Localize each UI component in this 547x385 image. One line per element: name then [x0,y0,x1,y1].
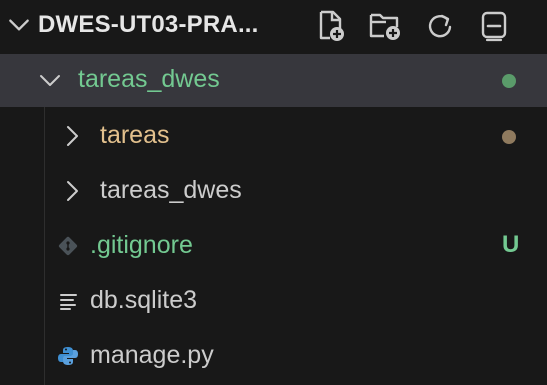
refresh-icon [428,14,452,38]
workspace-title[interactable]: DWES-UT03-PRA... [38,11,259,39]
tree-item-manage-py[interactable]: manage.py [0,330,547,383]
tree-item-db-sqlite3[interactable]: db.sqlite3 [0,275,547,328]
header-actions [312,7,514,45]
git-icon [58,236,78,256]
untracked-badge: U [502,231,520,258]
chevron-down-icon[interactable] [6,12,32,38]
new-folder-button[interactable] [366,7,406,45]
new-file-button[interactable] [312,7,352,45]
tree-item-label: tareas_dwes [100,176,242,204]
tree-item-gitignore[interactable]: .gitignore U [0,220,547,273]
tree-item-label: manage.py [90,341,214,369]
refresh-button[interactable] [420,7,460,45]
tree-item-tareas-dwes[interactable]: tareas_dwes [0,165,547,218]
tree-item-label: tareas_dwes [78,65,220,93]
explorer-panel: DWES-UT03-PRA... tareas_dwes tareas tare… [0,0,547,385]
new-file-icon [319,10,344,41]
text-file-icon [60,294,77,310]
chevron-down-icon[interactable] [38,68,62,92]
tree-item-label: db.sqlite3 [90,286,198,314]
tree-item-label: tareas [100,121,170,149]
tree-item-label: .gitignore [90,231,193,259]
chevron-right-icon[interactable] [60,179,84,203]
new-folder-icon [369,13,400,40]
explorer-header: DWES-UT03-PRA... [0,0,547,51]
modified-indicator-dot [502,130,516,144]
collapse-all-icon [481,11,507,42]
chevron-right-icon[interactable] [60,124,84,148]
collapse-all-button[interactable] [474,7,514,45]
modified-indicator-dot [502,74,516,88]
python-icon [58,347,78,365]
tree-item-tareas-dwes-root[interactable]: tareas_dwes [0,54,547,107]
tree-item-tareas[interactable]: tareas [0,110,547,163]
